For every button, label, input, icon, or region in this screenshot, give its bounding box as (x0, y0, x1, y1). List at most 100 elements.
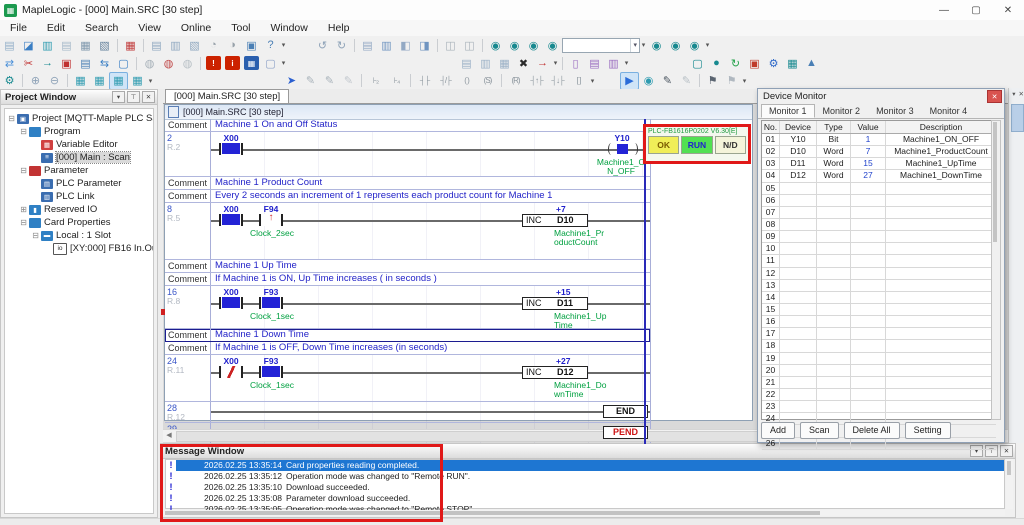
device-monitor-row[interactable]: 07 (762, 207, 996, 219)
device-monitor-row[interactable]: 14 (762, 292, 996, 304)
plc-verify-icon[interactable]: ◉ (524, 36, 543, 54)
ladder-rung[interactable]: 28R.12END (165, 402, 650, 423)
copy-all-icon[interactable]: ▦ (495, 54, 514, 72)
tree-expander-icon[interactable]: ⊟ (19, 127, 28, 136)
tree-item-plc-parameter[interactable]: ▤PLC Parameter (5, 177, 153, 190)
edit-block-icon[interactable]: ✎ (339, 72, 358, 90)
build-icon[interactable]: ▣ (57, 54, 76, 72)
device-monitor-row[interactable]: 13 (762, 280, 996, 292)
redo-icon[interactable]: ↻ (332, 36, 351, 54)
tree-expander-icon[interactable]: ⊟ (19, 166, 28, 175)
tree-item-project-mqtt-maple-plc-sample-projec[interactable]: ⊟▣Project [MQTT-Maple PLC Sample Projec (5, 112, 153, 125)
ladder-rung[interactable]: 16R.8X00F93Clock_1sec+15INCD11Machine1_U… (165, 286, 650, 329)
tree-expander-icon[interactable]: ⊟ (7, 114, 16, 123)
scan-button[interactable]: Scan (800, 422, 839, 439)
plc-monitor-icon[interactable]: ◉ (543, 36, 562, 54)
save-icon[interactable]: ▦ (76, 36, 95, 54)
laptop-icon[interactable]: ▢ (688, 54, 707, 72)
panel-pin-icon[interactable]: ⊤ (127, 91, 140, 103)
menu-online[interactable]: Online (171, 20, 221, 36)
message-row[interactable]: !2026.02.25 13:35:08Parameter download s… (166, 492, 1004, 503)
pend-instruction[interactable]: PEND (603, 426, 648, 439)
ladder-comment-row[interactable]: CommentMachine 1 Product Count (165, 177, 650, 190)
tree-item-program[interactable]: ⊟Program (5, 125, 153, 138)
variable-table-icon[interactable]: ▦ (121, 36, 140, 54)
edit-comment-icon[interactable]: ✎ (301, 72, 320, 90)
edge-down-icon[interactable]: ┤↓├ (547, 72, 568, 90)
tree-item-local-1-slot[interactable]: ⊟▬Local : 1 Slot (5, 229, 153, 242)
read-mode-icon[interactable]: ✎ (677, 72, 696, 90)
device-monitor-row[interactable]: 03D11Word15Machine1_UpTime (762, 158, 996, 170)
ladder-comment-row[interactable]: CommentMachine 1 Up Time (165, 260, 650, 273)
device-monitor-row[interactable]: 21 (762, 377, 996, 389)
output-settings-icon[interactable]: ⚙ (0, 72, 19, 90)
delete-all-button[interactable]: Delete All (844, 422, 900, 439)
device-monitor-row[interactable]: 16 (762, 316, 996, 328)
minimize-button[interactable]: — (928, 1, 960, 20)
device-monitor-row[interactable]: 18 (762, 340, 996, 352)
device-monitor-scrollbar[interactable] (991, 120, 1001, 420)
tree-expander-icon[interactable]: ⊟ (31, 231, 40, 240)
device-monitor-row[interactable]: 15 (762, 304, 996, 316)
eco-icon[interactable]: ● (707, 54, 726, 72)
device-monitor-row[interactable]: 11 (762, 255, 996, 267)
device-monitor-close-icon[interactable]: ✕ (987, 90, 1002, 103)
ladder-comment-row[interactable]: CommentMachine 1 Down Time (165, 329, 650, 342)
end-instruction[interactable]: END (603, 405, 648, 418)
add-button[interactable]: Add (761, 422, 795, 439)
message-vertical-scrollbar[interactable] (1006, 459, 1013, 509)
panel-close-icon[interactable]: ✕ (142, 91, 155, 103)
menu-file[interactable]: File (0, 20, 37, 36)
clipboard-icon[interactable]: ▤ (585, 54, 604, 72)
grid-view-4-icon[interactable]: ▦ (128, 72, 147, 90)
tab-monitor-1[interactable]: Monitor 1 (761, 104, 815, 118)
device-monitor-row[interactable]: 12 (762, 268, 996, 280)
recent-icon[interactable]: ◑ (223, 36, 242, 54)
contact-no-icon[interactable]: ┤├ (414, 72, 435, 90)
coil-set-icon[interactable]: (S) (477, 72, 498, 90)
toolbar-overflow-icon[interactable]: ▾ (280, 59, 287, 67)
tree-item-xy-000-fb16-in-output-3[interactable]: io[XY:000] FB16 In.Output_3 (5, 242, 153, 255)
tree-item-card-properties[interactable]: ⊟Card Properties (5, 216, 153, 229)
clipboard-open-icon[interactable]: ▥ (604, 54, 623, 72)
monitor-config-icon[interactable]: ▢ (261, 54, 280, 72)
grid-view-3-icon[interactable]: ▦ (109, 72, 128, 90)
toolbar-overflow-icon[interactable]: ▾ (741, 77, 748, 85)
undo-icon[interactable]: ↺ (313, 36, 332, 54)
message-horizontal-scrollbar[interactable] (165, 510, 1005, 516)
open-source-icon[interactable]: ▤ (147, 36, 166, 54)
toolbar-overflow-icon[interactable]: ▾ (623, 59, 630, 67)
toolbar-overflow-icon[interactable]: ▾ (552, 59, 559, 67)
device-monitor-row[interactable]: 10 (762, 243, 996, 255)
close-project-icon[interactable]: ▤ (57, 36, 76, 54)
trash-icon[interactable]: ▯ (566, 54, 585, 72)
contact-nc-icon[interactable]: ┤/├ (435, 72, 456, 90)
toolbar-overflow-icon[interactable]: ▾ (704, 41, 711, 49)
tree-item-parameter[interactable]: ⊟Parameter (5, 164, 153, 177)
plc-stop-icon[interactable]: ◉ (666, 36, 685, 54)
toolbar-overflow-icon[interactable]: ▾ (147, 77, 154, 85)
sync-icon[interactable]: ⇆ (95, 54, 114, 72)
force-on-icon[interactable]: ◍ (140, 54, 159, 72)
ladder-comment-row[interactable]: CommentIf Machine 1 is ON, Up Time incre… (165, 273, 650, 286)
msg-close-icon[interactable]: ✕ (1000, 445, 1013, 457)
print-icon[interactable]: ▣ (242, 36, 261, 54)
force-clear-icon[interactable]: ◍ (178, 54, 197, 72)
edge-up-icon[interactable]: ┤↑├ (526, 72, 547, 90)
zoom-out-icon[interactable]: ⊖ (45, 72, 64, 90)
plc-reset-icon[interactable]: ◉ (685, 36, 704, 54)
menu-window[interactable]: Window (261, 20, 318, 36)
zoom-in-icon[interactable]: ⊕ (26, 72, 45, 90)
device-monitor-row[interactable]: 05 (762, 183, 996, 195)
next-doc-icon[interactable]: ◨ (415, 36, 434, 54)
coil-out-icon[interactable]: ( ) (456, 72, 477, 90)
tree-item-variable-editor[interactable]: ▦Variable Editor (5, 138, 153, 151)
security-icon[interactable]: ! (206, 56, 221, 70)
device-monitor-row[interactable]: 02D10Word7Machine1_ProductCount (762, 146, 996, 158)
plc-target-combobox[interactable]: ▾ (562, 38, 640, 53)
tree-item-reserved-io[interactable]: ⊞▮Reserved IO (5, 203, 153, 216)
force-off-icon[interactable]: ◍ (159, 54, 178, 72)
toolbar-overflow-icon[interactable]: ▾ (589, 77, 596, 85)
compare-source-icon[interactable]: ◫ (441, 36, 460, 54)
menu-search[interactable]: Search (75, 20, 128, 36)
